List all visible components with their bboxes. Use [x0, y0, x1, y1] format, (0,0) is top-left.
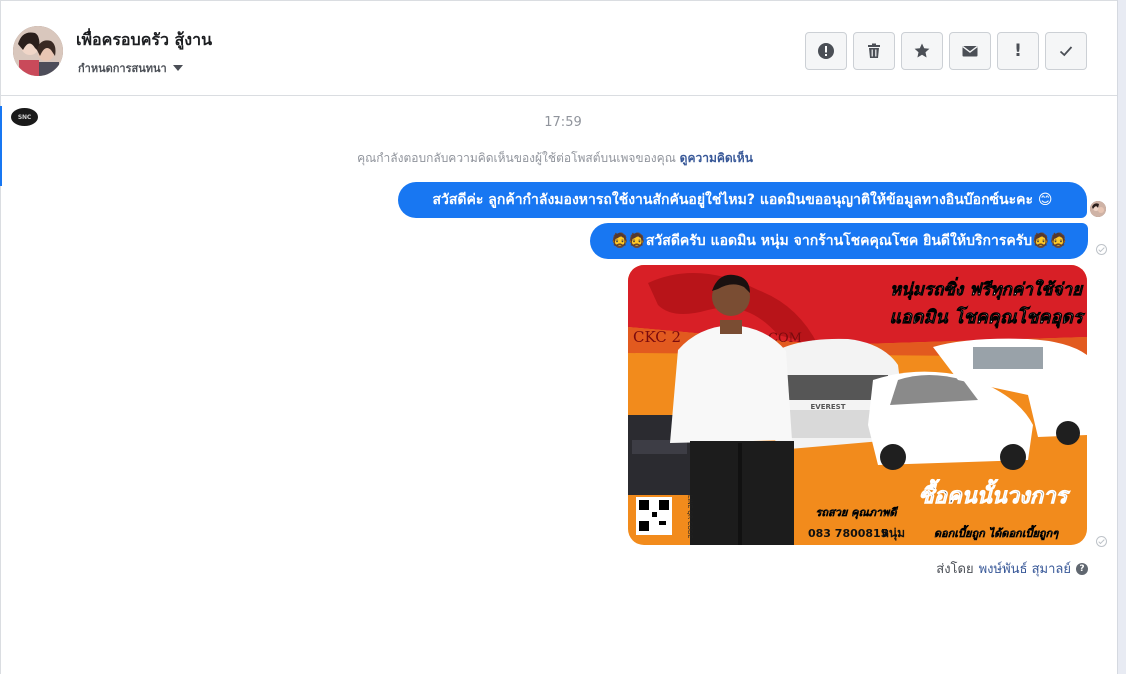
follow-up-button[interactable]: !: [997, 32, 1039, 70]
mark-unread-button[interactable]: [949, 32, 991, 70]
envelope-icon: [962, 46, 978, 57]
delete-button[interactable]: [853, 32, 895, 70]
seen-avatar: [1090, 201, 1106, 217]
star-icon: [914, 43, 930, 58]
image-quality-text: รถสวย คุณภาพดี: [815, 506, 898, 520]
sent-by-line: ส่งโดย พงษ์พันธ์ สุมาลย์ ?: [936, 558, 1088, 579]
contact-name[interactable]: เพื่อครอบครัว สู้งาน: [76, 28, 212, 53]
image-slogan: ซื้อคนนั้นวงการ: [919, 479, 1071, 509]
assign-label: กำหนดการสนทนา: [78, 62, 167, 75]
conversation-actions: !: [805, 32, 1087, 70]
view-comment-link[interactable]: ดูความคิดเห็น: [680, 151, 753, 165]
star-button[interactable]: [901, 32, 943, 70]
sent-by-label: ส่งโดย: [936, 562, 974, 577]
image-phone-name-text: หนุ่ม: [881, 526, 905, 541]
sender-name[interactable]: พงษ์พันธ์ สุมาลย์: [979, 558, 1071, 579]
image-phone-text: 083 7800815: [808, 527, 888, 540]
alert-circle-icon: [818, 43, 834, 59]
image-headline-1: หนุ่มรถซิ่ง ฟรีทุกค่าใช้จ่าย: [890, 277, 1084, 300]
notice-text: คุณกำลังตอบกลับความคิดเห็นของผู้ใช้ต่อโพ…: [357, 151, 676, 165]
trash-icon: [868, 43, 880, 58]
exclamation-icon: !: [1014, 41, 1022, 61]
message-bubble[interactable]: สวัสดีค่ะ ลูกค้ากำลังมองหารถใช้งานสักคัน…: [398, 182, 1087, 218]
image-headline-2: แอดมิน โชคคุณโชคอุดร: [889, 306, 1086, 329]
contact-avatar[interactable]: [13, 26, 63, 76]
caret-down-icon: [172, 65, 183, 71]
delivered-check-icon: [1096, 536, 1107, 547]
message-bubble[interactable]: 🧔🧔สวัสดีครับ แอดมิน หนุ่ม จากร้านโชคคุณโ…: [590, 223, 1088, 259]
conversation-header: เพื่อครอบครัว สู้งาน กำหนดการสนทนา !: [0, 6, 1117, 96]
scrollbar[interactable]: [1117, 0, 1126, 674]
image-brand-text: CKC 2: [633, 328, 681, 346]
delivered-check-icon: [1096, 244, 1107, 255]
reply-context-notice: คุณกำลังตอบกลับความคิดเห็นของผู้ใช้ต่อโพ…: [0, 149, 1110, 168]
image-line-label: LINE QR CODE: [686, 495, 693, 539]
mark-spam-button[interactable]: [805, 32, 847, 70]
mark-done-button[interactable]: [1045, 32, 1087, 70]
assign-conversation-dropdown[interactable]: กำหนดการสนทนา: [78, 59, 183, 77]
message-timestamp: 17:59: [544, 115, 582, 130]
image-promo-text: ดอกเบี้ยถูก ได้ดอกเบี้ยถูกๆ: [934, 525, 1059, 541]
help-icon[interactable]: ?: [1076, 562, 1088, 575]
image-car-badge: EVEREST: [811, 403, 846, 411]
image-attachment[interactable]: CKC 2 COM หนุ่มรถซิ่ง ฟรีทุกค่าใช้จ่าย แ…: [628, 265, 1087, 545]
check-icon: [1059, 46, 1073, 57]
